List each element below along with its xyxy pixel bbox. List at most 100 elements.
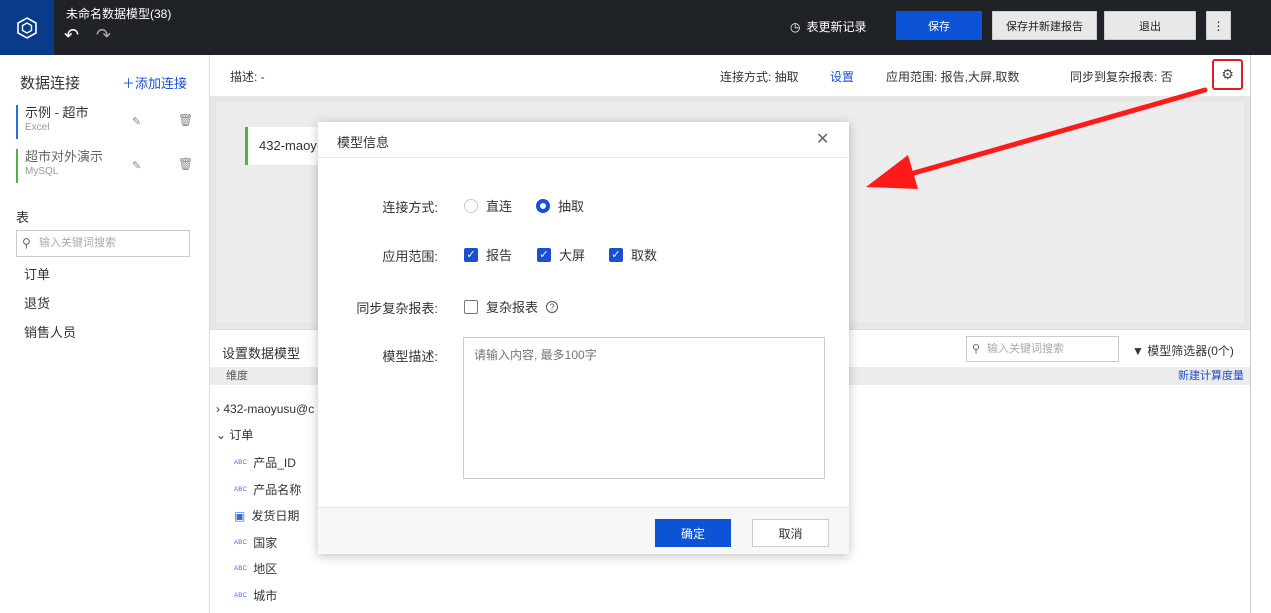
model-title[interactable]: 未命名数据模型(38) — [66, 5, 171, 22]
app-logo[interactable] — [0, 0, 54, 55]
edit-icon[interactable]: ✎ — [132, 159, 141, 172]
confirm-button[interactable]: 确定 — [655, 519, 731, 547]
field-search-placeholder: 输入关键词搜索 — [987, 343, 1064, 355]
model-filter-button[interactable]: ▼ 模型筛选器(0个) — [1132, 342, 1234, 359]
checkbox-fetch[interactable]: ✓ 取数 — [609, 245, 657, 264]
sync-text: 同步到复杂报表: 否 — [1070, 70, 1173, 84]
connection-mode-text: 连接方式: 抽取 — [720, 70, 799, 84]
undo-icon[interactable]: ↶ — [64, 26, 79, 44]
help-icon[interactable]: ? — [546, 300, 559, 313]
field-name: 地区 — [253, 562, 278, 576]
radio-direct[interactable]: 直连 — [464, 196, 512, 215]
plus-icon: ＋ — [122, 76, 136, 91]
checkbox-report-label: 报告 — [486, 248, 513, 263]
description-text: 描述: - — [230, 70, 265, 84]
save-button[interactable]: 保存 — [896, 11, 982, 40]
search-icon: ⚲ — [972, 343, 981, 355]
field-item[interactable]: ABC 地区 — [234, 560, 277, 577]
logo-icon — [17, 16, 37, 39]
chevron-down-icon: ⌄ — [216, 428, 227, 442]
connection-item[interactable]: 超市对外演示 MySQL ✎ 🗑 — [16, 149, 196, 183]
tree-root-label: 432-maoyusu@c — [223, 402, 315, 416]
filter-icon: ▼ — [1132, 344, 1144, 358]
search-icon: ⚲ — [22, 236, 31, 250]
add-connection-link[interactable]: ＋添加连接 — [122, 73, 187, 92]
table-update-record-link[interactable]: ◷ 表更新记录 — [790, 18, 867, 35]
tree-table-node[interactable]: ⌄ 订单 — [216, 426, 253, 443]
settings-link[interactable]: 设置 — [830, 68, 854, 85]
exit-button[interactable]: 退出 — [1104, 11, 1196, 40]
trash-icon[interactable]: 🗑 — [178, 157, 193, 171]
radio-on-icon — [536, 198, 550, 213]
checkbox-fetch-label: 取数 — [631, 248, 658, 263]
checkbox-complex-report[interactable]: 复杂报表 ? — [464, 297, 559, 316]
checkbox-report[interactable]: ✓ 报告 — [464, 245, 512, 264]
field-name: 产品_ID — [253, 456, 296, 470]
field-item[interactable]: ABC 国家 — [234, 534, 277, 551]
radio-extract[interactable]: 抽取 — [536, 196, 584, 215]
checkbox-checked-icon: ✓ — [609, 247, 623, 262]
model-description-label: 模型描述: — [382, 349, 438, 364]
field-name: 产品名称 — [253, 483, 302, 497]
field-search-input[interactable]: ⚲ 输入关键词搜索 — [966, 336, 1119, 362]
dimension-label: 维度 — [226, 370, 248, 382]
chevron-right-icon: › — [216, 402, 220, 416]
new-calculated-measure-link[interactable]: 新建计算度量 — [1178, 367, 1244, 385]
redo-icon[interactable]: ↷ — [96, 26, 111, 44]
connection-item[interactable]: 示例 - 超市 Excel ✎ 🗑 — [16, 105, 196, 139]
save-and-new-report-button[interactable]: 保存并新建报告 — [992, 11, 1097, 40]
radio-direct-label: 直连 — [486, 199, 513, 214]
connection-type: MySQL — [25, 166, 59, 177]
checkbox-big-screen[interactable]: ✓ 大屏 — [537, 245, 585, 264]
checkbox-unchecked-icon — [464, 299, 478, 314]
model-settings-button[interactable]: ⚙ — [1212, 59, 1243, 90]
table-item[interactable]: 订单 — [24, 264, 50, 283]
text-type-icon: ABC — [234, 539, 248, 546]
field-item[interactable]: ▣ 发货日期 — [234, 507, 299, 524]
text-type-icon: ABC — [234, 486, 248, 493]
add-connection-label: 添加连接 — [135, 76, 188, 91]
connection-name: 超市对外演示 — [25, 149, 104, 164]
tree-root-node[interactable]: › 432-maoyusu@c — [216, 402, 314, 416]
field-item[interactable]: ABC 城市 — [234, 587, 277, 604]
dialog-title: 模型信息 — [337, 135, 390, 150]
radio-off-icon — [464, 198, 478, 213]
radio-extract-label: 抽取 — [558, 199, 585, 214]
top-bar: 未命名数据模型(38) ↶ ↷ ◷ 表更新记录 保存 保存并新建报告 退出 ⋮ — [0, 0, 1271, 55]
checkbox-complex-label: 复杂报表 — [486, 300, 539, 315]
model-description-textarea[interactable] — [463, 337, 825, 479]
scope-label: 应用范围: — [382, 249, 438, 264]
field-item[interactable]: ABC 产品名称 — [234, 481, 301, 498]
field-name: 城市 — [253, 589, 278, 603]
trash-icon[interactable]: 🗑 — [178, 113, 193, 127]
table-item[interactable]: 退货 — [24, 293, 50, 312]
sidebar: 数据连接 ＋添加连接 示例 - 超市 Excel ✎ 🗑 超市对外演示 MySQ… — [0, 55, 210, 613]
filter-label: 模型筛选器(0个) — [1147, 344, 1234, 358]
dialog-divider — [318, 157, 849, 158]
field-name: 发货日期 — [251, 509, 300, 523]
calendar-icon: ▣ — [234, 508, 246, 523]
model-info-dialog: 模型信息 ✕ 连接方式: 直连 抽取 应用范围: ✓ 报告 ✓ 大屏 ✓ 取数 … — [318, 122, 849, 554]
close-icon[interactable]: ✕ — [816, 129, 829, 149]
tables-heading: 表 — [16, 210, 30, 225]
text-type-icon: ABC — [234, 565, 248, 572]
record-label: 表更新记录 — [806, 20, 867, 34]
checkbox-checked-icon: ✓ — [464, 247, 478, 262]
more-menu-button[interactable]: ⋮ — [1206, 11, 1231, 40]
checkbox-checked-icon: ✓ — [537, 247, 551, 262]
dialog-footer: 确定 取消 — [318, 507, 849, 554]
table-search-placeholder: 输入关键词搜索 — [39, 237, 116, 249]
field-item[interactable]: ABC 产品_ID — [234, 454, 296, 471]
field-name: 国家 — [253, 536, 278, 550]
connection-name: 示例 - 超市 — [25, 105, 89, 120]
scope-text: 应用范围: 报告,大屏,取数 — [886, 70, 1020, 84]
gear-icon: ⚙ — [1221, 66, 1234, 82]
cancel-button[interactable]: 取消 — [752, 519, 829, 547]
text-type-icon: ABC — [234, 459, 248, 466]
data-connection-heading: 数据连接 — [20, 75, 81, 92]
model-settings-label: 设置数据模型 — [222, 346, 301, 361]
edit-icon[interactable]: ✎ — [132, 115, 141, 128]
table-item[interactable]: 销售人员 — [24, 322, 76, 341]
right-scroll-edge[interactable] — [1250, 55, 1271, 613]
table-search-input[interactable]: ⚲ 输入关键词搜索 — [16, 230, 190, 257]
